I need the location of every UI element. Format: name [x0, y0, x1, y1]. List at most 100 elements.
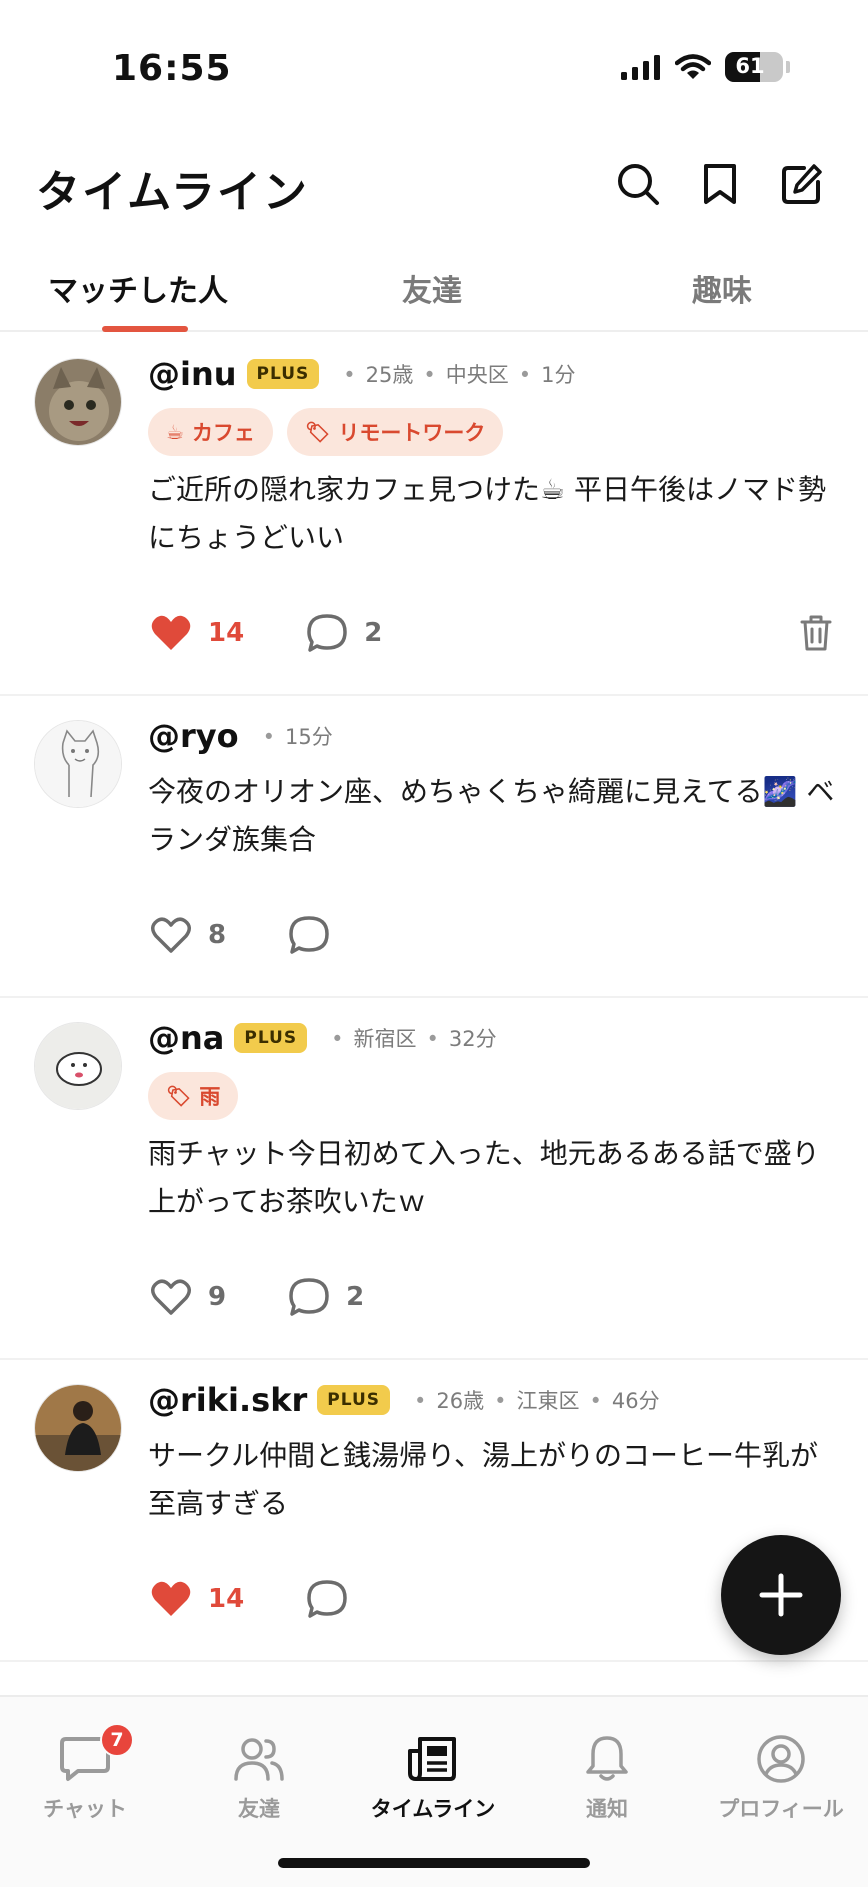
post-body: @riki.skr PLUS • 26歳 • 江東区 • 46分 サークル仲間と銭湯帰り、…: [148, 1378, 838, 1528]
like-button[interactable]: 14: [150, 614, 244, 652]
like-count: 9: [208, 1282, 227, 1312]
heart-outline-icon: [151, 1279, 191, 1315]
heart-filled-icon: [151, 615, 191, 650]
age: 25歳: [365, 363, 414, 387]
tabbar-item-chat[interactable]: 7 チャット: [10, 1723, 160, 1823]
time-ago: 32分: [448, 1027, 497, 1051]
new-post-fab[interactable]: [721, 1535, 841, 1655]
page-title: タイムライン: [36, 167, 309, 218]
tag-label: リモートワーク: [338, 421, 486, 445]
tabbar-label: 通知: [586, 1797, 628, 1821]
comment-button[interactable]: [306, 1579, 348, 1619]
search-button[interactable]: [616, 162, 660, 206]
post-actions: 14 2: [150, 608, 832, 658]
like-button[interactable]: 14: [150, 1580, 244, 1618]
like-count: 8: [208, 920, 227, 950]
tag-list: 🏷 雨: [148, 1072, 838, 1120]
tabbar-icon-wrap: 7: [10, 1723, 160, 1787]
area: 新宿区: [353, 1027, 417, 1051]
like-button[interactable]: 9: [150, 1278, 226, 1316]
tag-chip[interactable]: ☕ カフェ: [148, 408, 273, 456]
tabbar-item-profile[interactable]: プロフィール: [706, 1731, 856, 1823]
label-tag-icon: 🏷: [166, 1084, 192, 1108]
comment-count: 2: [346, 1282, 365, 1312]
username[interactable]: @riki.skr: [148, 1381, 307, 1419]
like-button[interactable]: 8: [150, 916, 226, 954]
plus-badge: PLUS: [234, 1023, 308, 1053]
delete-button[interactable]: [800, 614, 832, 656]
tabbar-item-friends[interactable]: 友達: [184, 1731, 334, 1823]
post-meta-info: • 26歳 • 江東区 • 46分: [414, 1389, 660, 1413]
area: 中央区: [445, 363, 509, 387]
comment-button[interactable]: 2: [288, 1277, 364, 1317]
comment-icon: [289, 916, 329, 954]
post-text: 今夜のオリオン座、めちゃくちゃ綺麗に見えてる🌌 ベランダ族集合: [148, 775, 835, 856]
tabbar-icon-wrap: [532, 1731, 682, 1787]
post-meta: @inu PLUS • 25歳 • 中央区 • 1分: [148, 352, 838, 396]
tag-chip[interactable]: 🏷 雨: [148, 1072, 239, 1120]
plus-badge: PLUS: [317, 1385, 390, 1415]
tabbar-item-timeline[interactable]: タイムライン: [358, 1731, 508, 1823]
tabbar-label: チャット: [43, 1797, 127, 1821]
person-photo-avatar-image: [35, 1385, 121, 1471]
post-body: @inu PLUS • 25歳 • 中央区 • 1分 ☕ カフェ 🏷 リモートワーク ご近所の…: [148, 352, 838, 562]
post-text: サークル仲間と銭湯帰り、湯上がりのコーヒー牛乳が至高すぎる: [148, 1439, 819, 1520]
heart-outline-icon: [151, 917, 191, 953]
comment-icon: [289, 1278, 329, 1316]
post-meta: @na PLUS • 新宿区 • 32分: [148, 1016, 838, 1060]
comment-icon: [307, 614, 347, 652]
post-item: @na PLUS • 新宿区 • 32分 🏷 雨 雨チャット今日初めて入った、地元あるあ…: [0, 998, 868, 1360]
plus-icon: [759, 1573, 803, 1617]
username[interactable]: @na: [148, 1019, 224, 1057]
tab-matched[interactable]: マッチした人: [48, 266, 228, 310]
tag-list: ☕ カフェ 🏷 リモートワーク: [148, 408, 838, 456]
bookmark-icon: [704, 164, 736, 204]
post-meta: @ryo • 15分: [148, 714, 838, 758]
comment-icon: [307, 1580, 347, 1618]
search-icon: [618, 164, 659, 205]
plus-badge: PLUS: [246, 359, 320, 389]
area: 江東区: [516, 1389, 580, 1413]
avatar[interactable]: [34, 1022, 122, 1110]
compose-button[interactable]: [780, 162, 824, 206]
tag-chip[interactable]: 🏷 リモートワーク: [286, 408, 504, 456]
battery-icon: 61: [725, 52, 783, 82]
post-meta: @riki.skr PLUS • 26歳 • 江東区 • 46分: [148, 1378, 838, 1422]
avatar[interactable]: [34, 720, 122, 808]
avatar[interactable]: [34, 1384, 122, 1472]
post-meta-info: • 15分: [262, 725, 333, 749]
post-actions: 8: [150, 910, 832, 960]
newspaper-icon: [408, 1737, 456, 1781]
tab-hobbies[interactable]: 趣味: [692, 266, 752, 310]
tabbar-item-notifications[interactable]: 通知: [532, 1731, 682, 1823]
header-actions: [616, 162, 824, 206]
heart-filled-icon: [151, 1581, 191, 1616]
header: タイムライン: [0, 150, 868, 220]
tabbar-icon-wrap: [184, 1731, 334, 1787]
tag-label: 雨: [199, 1085, 221, 1109]
signal-icon: [621, 55, 660, 80]
compose-icon: [782, 164, 822, 204]
avatar[interactable]: [34, 358, 122, 446]
post-actions: 9 2: [150, 1272, 832, 1322]
battery-cap: [786, 61, 790, 73]
trash-icon: [800, 615, 832, 651]
time-ago: 1分: [541, 363, 576, 387]
status-icons: 61: [621, 52, 790, 82]
post-item: @inu PLUS • 25歳 • 中央区 • 1分 ☕ カフェ 🏷 リモートワーク ご近所の…: [0, 334, 868, 696]
post-body: @ryo • 15分 今夜のオリオン座、めちゃくちゃ綺麗に見えてる🌌 ベランダ族集…: [148, 714, 838, 864]
comment-button[interactable]: [288, 915, 330, 955]
comment-button[interactable]: 2: [306, 613, 382, 653]
timeline-feed[interactable]: @inu PLUS • 25歳 • 中央区 • 1分 ☕ カフェ 🏷 リモートワーク ご近所の…: [0, 334, 868, 1662]
post-meta-info: • 新宿区 • 32分: [331, 1027, 497, 1051]
post-body: @na PLUS • 新宿区 • 32分 🏷 雨 雨チャット今日初めて入った、地元あるあ…: [148, 1016, 838, 1226]
tab-friends[interactable]: 友達: [402, 266, 462, 310]
comment-count: 2: [364, 618, 383, 648]
username[interactable]: @inu: [148, 355, 237, 393]
username[interactable]: @ryo: [148, 717, 239, 755]
status-bar: 16:55 61: [0, 0, 868, 140]
cat-drawing-avatar-image: [35, 721, 121, 807]
battery-level: 61: [735, 54, 765, 78]
bookmark-button[interactable]: [698, 162, 742, 206]
post-text: ご近所の隠れ家カフェ見つけた☕ 平日午後はノマド勢にちょうどいい: [148, 473, 827, 554]
